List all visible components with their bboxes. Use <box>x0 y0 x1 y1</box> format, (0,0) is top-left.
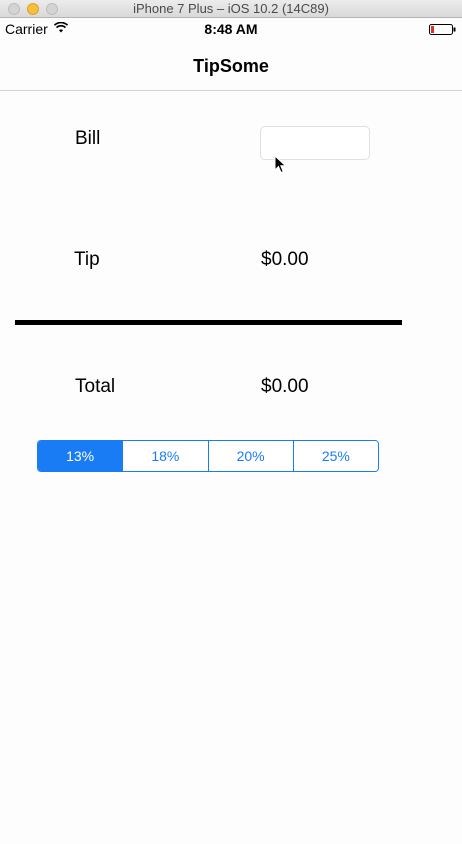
status-bar: Carrier 8:48 AM <box>0 18 462 40</box>
navigation-bar: TipSome <box>0 40 462 91</box>
mouse-cursor-icon <box>274 155 287 174</box>
tip-option-18[interactable]: 18% <box>123 441 209 471</box>
total-amount: $0.00 <box>261 376 309 397</box>
window-title: iPhone 7 Plus – iOS 10.2 (14C89) <box>133 1 329 16</box>
tip-option-13[interactable]: 13% <box>38 441 124 471</box>
nav-title: TipSome <box>193 56 269 76</box>
tip-percentage-selector: 13% 18% 20% 25% <box>37 440 379 472</box>
tip-option-25[interactable]: 25% <box>293 441 378 471</box>
battery-icon <box>429 24 456 35</box>
total-divider <box>15 320 402 325</box>
simulator-titlebar: iPhone 7 Plus – iOS 10.2 (14C89) <box>0 0 462 18</box>
phone-screen: Carrier 8:48 AM TipSome Bill Tip $0.00 T… <box>0 18 462 844</box>
bill-label: Bill <box>75 128 101 149</box>
tip-option-20[interactable]: 20% <box>208 441 294 471</box>
tip-amount: $0.00 <box>261 249 309 270</box>
total-label: Total <box>75 376 116 397</box>
tip-label: Tip <box>74 249 100 270</box>
status-time: 8:48 AM <box>204 21 258 37</box>
